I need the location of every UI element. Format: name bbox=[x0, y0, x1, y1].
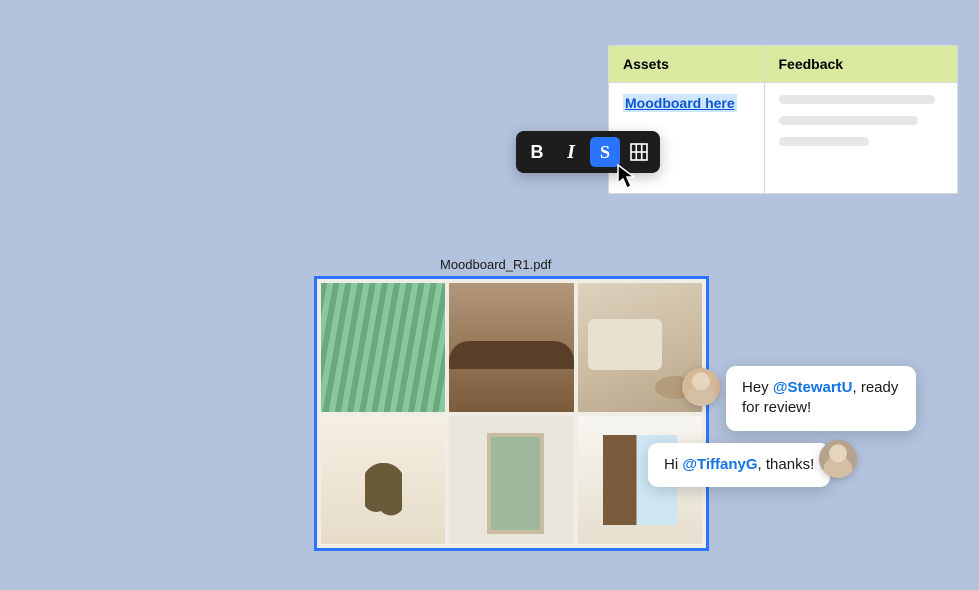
comment-bubble[interactable]: Hi @TiffanyG, thanks! bbox=[648, 443, 830, 487]
comment-text: Hey bbox=[742, 379, 773, 396]
moodboard-tile bbox=[321, 416, 445, 545]
moodboard-tile bbox=[321, 283, 445, 412]
file-name-label: Moodboard_R1.pdf bbox=[440, 257, 551, 272]
table-row: Moodboard here bbox=[609, 83, 957, 193]
mention[interactable]: @StewartU bbox=[773, 379, 853, 396]
bold-button[interactable]: B bbox=[522, 137, 552, 167]
placeholder-line bbox=[779, 137, 869, 146]
strikethrough-button[interactable]: S bbox=[590, 137, 620, 167]
cursor-icon bbox=[617, 164, 639, 190]
moodboard-link[interactable]: Moodboard here bbox=[623, 94, 737, 112]
moodboard-tile bbox=[449, 283, 573, 412]
feedback-cell[interactable] bbox=[764, 83, 957, 193]
table-button[interactable] bbox=[624, 137, 654, 167]
table-header-feedback: Feedback bbox=[764, 46, 957, 83]
placeholder-line bbox=[779, 116, 919, 125]
italic-button[interactable]: I bbox=[556, 137, 586, 167]
grid-icon bbox=[630, 143, 648, 161]
comment-text: Hi bbox=[664, 456, 682, 473]
assets-feedback-table: Assets Feedback Moodboard here bbox=[608, 45, 958, 194]
avatar bbox=[819, 440, 857, 478]
table-header-assets: Assets bbox=[609, 46, 764, 83]
mention[interactable]: @TiffanyG bbox=[682, 456, 757, 473]
moodboard-preview[interactable] bbox=[314, 276, 709, 551]
comment-bubble[interactable]: Hey @StewartU, ready for review! bbox=[726, 366, 916, 431]
moodboard-tile bbox=[449, 416, 573, 545]
placeholder-line bbox=[779, 95, 935, 104]
avatar bbox=[682, 368, 720, 406]
comment-text: , thanks! bbox=[758, 456, 815, 473]
